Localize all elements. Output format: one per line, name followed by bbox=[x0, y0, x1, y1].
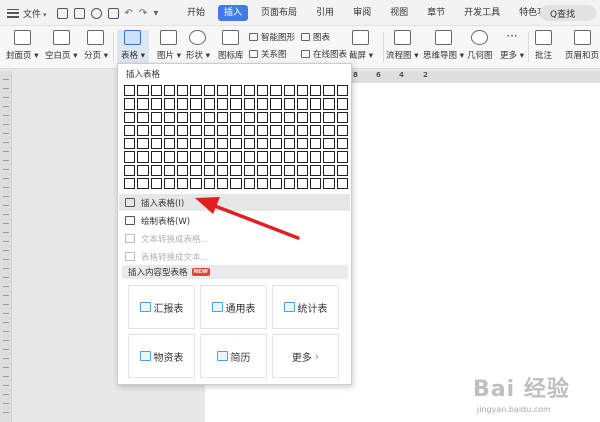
annotation-arrow bbox=[195, 197, 300, 240]
baidu-watermark: Bai 经验 jingyan.baidu.com bbox=[473, 377, 570, 414]
